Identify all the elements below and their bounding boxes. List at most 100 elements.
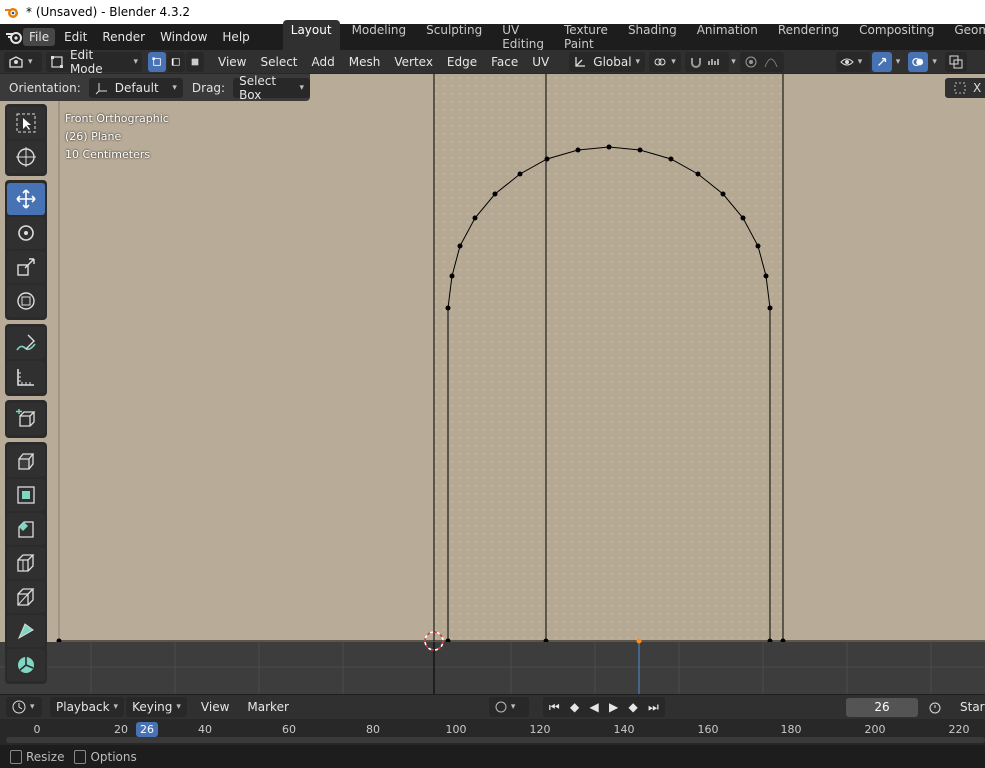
spin-tool[interactable] xyxy=(7,649,45,681)
menu-add[interactable]: Add xyxy=(312,55,335,69)
jump-keyframe-forward-icon[interactable]: ◆ xyxy=(629,700,638,714)
menu-edit[interactable]: Edit xyxy=(58,28,93,46)
mode-selector[interactable]: Edit Mode ▾ xyxy=(46,48,142,76)
chevron-down-icon[interactable]: ▾ xyxy=(731,57,736,67)
extrude-tool[interactable] xyxy=(7,445,45,477)
tab-compositing[interactable]: Compositing xyxy=(851,20,942,54)
proportional-editing-group[interactable] xyxy=(739,51,784,72)
inset-tool[interactable] xyxy=(7,479,45,511)
menu-face[interactable]: Face xyxy=(491,55,518,69)
status-options: Options xyxy=(74,749,137,764)
play-icon[interactable]: ▶ xyxy=(609,700,618,714)
playback-dropdown[interactable]: Playback ▾ xyxy=(50,697,125,717)
visibility-dropdown[interactable]: ▾ xyxy=(835,51,870,72)
jump-keyframe-back-icon[interactable]: ◆ xyxy=(570,700,579,714)
keying-dropdown[interactable]: Keying ▾ xyxy=(126,697,187,717)
chevron-down-icon[interactable]: ▾ xyxy=(932,57,937,67)
menu-edge[interactable]: Edge xyxy=(447,55,477,69)
jump-start-icon[interactable]: ⏮ xyxy=(549,700,560,715)
current-frame-field[interactable]: 26 xyxy=(846,698,918,717)
toolbar-group-select xyxy=(5,104,47,176)
editor-type-button[interactable]: ▾ xyxy=(4,51,42,72)
timeline-menu-marker[interactable]: Marker xyxy=(247,700,288,714)
timeline-editor-type[interactable]: ▾ xyxy=(6,697,42,717)
blender-app-icon xyxy=(5,8,18,18)
blender-logo-icon[interactable] xyxy=(5,30,23,44)
top-menubar: File Edit Render Window Help Layout Mode… xyxy=(0,20,985,54)
toolbar-group-annotate xyxy=(5,324,47,396)
tick-label: 20 xyxy=(114,723,128,736)
menu-render[interactable]: Render xyxy=(96,28,151,46)
global-axes-icon xyxy=(575,56,586,67)
tab-animation[interactable]: Animation xyxy=(689,20,766,54)
playhead-frame-indicator[interactable]: 26 xyxy=(136,722,158,737)
start-frame-label[interactable]: Start xyxy=(960,700,985,714)
vertex-select-icon[interactable] xyxy=(148,51,166,72)
drag-dropdown[interactable]: Select Box ▾ xyxy=(233,74,310,102)
chevron-down-icon[interactable]: ▾ xyxy=(896,57,901,67)
tab-sculpting[interactable]: Sculpting xyxy=(418,20,490,54)
add-cube-icon xyxy=(16,409,36,427)
tab-uv-editing[interactable]: UV Editing xyxy=(494,20,552,54)
chevron-down-icon: ▾ xyxy=(510,702,516,712)
chevron-down-icon: ▾ xyxy=(299,82,304,93)
tick-label: 40 xyxy=(198,723,212,736)
xray-toggle[interactable] xyxy=(944,51,967,72)
tab-shading[interactable]: Shading xyxy=(620,20,685,54)
edge-select-icon[interactable] xyxy=(167,51,185,72)
timeline-scrollbar[interactable] xyxy=(6,737,985,743)
play-reverse-icon[interactable]: ◀ xyxy=(590,700,599,714)
orientation-label: Global xyxy=(593,54,632,69)
tab-geometry-nodes[interactable]: Geometr xyxy=(946,20,985,54)
drag-value: Select Box xyxy=(239,73,277,102)
menu-window[interactable]: Window xyxy=(154,28,213,46)
orientation-dropdown[interactable]: Default ▾ xyxy=(88,77,183,98)
jump-end-icon[interactable]: ⏭ xyxy=(648,700,659,715)
menu-uv[interactable]: UV xyxy=(532,55,549,69)
move-tool[interactable] xyxy=(7,183,45,215)
tab-modeling[interactable]: Modeling xyxy=(344,20,415,54)
stopwatch-icon[interactable] xyxy=(928,700,942,714)
knife-tool[interactable] xyxy=(7,581,45,613)
annotate-tool[interactable] xyxy=(7,327,45,359)
sidebar-toggle-icon[interactable] xyxy=(953,81,967,95)
menu-view[interactable]: View xyxy=(218,55,246,69)
transform-tool[interactable] xyxy=(7,285,45,317)
tab-rendering[interactable]: Rendering xyxy=(770,20,847,54)
transform-orientation-dropdown[interactable]: Global ▾ xyxy=(569,51,646,72)
tab-texture-paint[interactable]: Texture Paint xyxy=(556,20,616,54)
rotate-tool[interactable] xyxy=(7,217,45,249)
menu-file[interactable]: File xyxy=(23,28,56,46)
orientation-value: Default xyxy=(114,80,159,95)
cursor-tool[interactable] xyxy=(7,141,45,173)
add-cube-tool[interactable] xyxy=(7,403,45,435)
status-resize: Resize xyxy=(10,749,64,764)
menu-select[interactable]: Select xyxy=(260,55,297,69)
3d-viewport[interactable]: Front Orthographic (26) Plane 10 Centime… xyxy=(0,74,985,694)
toolbar-group-add xyxy=(5,400,47,438)
snapping-group[interactable] xyxy=(685,51,730,72)
select-box-tool[interactable] xyxy=(7,107,45,139)
gizmo-icon xyxy=(877,57,886,66)
loop-cut-tool[interactable] xyxy=(7,547,45,579)
menu-vertex[interactable]: Vertex xyxy=(394,55,433,69)
timeline-menu-view[interactable]: View xyxy=(201,700,229,714)
menu-mesh[interactable]: Mesh xyxy=(349,55,381,69)
measure-tool[interactable] xyxy=(7,361,45,393)
plane-face-texture xyxy=(434,74,783,641)
face-select-icon[interactable] xyxy=(186,51,204,72)
bevel-tool[interactable] xyxy=(7,513,45,545)
timeline-ruler[interactable]: 0 20 40 60 80 100 120 140 160 180 200 22… xyxy=(0,719,985,745)
grid-scale-text: 10 Centimeters xyxy=(65,148,151,161)
viewport-canvas[interactable] xyxy=(0,74,985,694)
overlays-toggle[interactable] xyxy=(908,51,929,72)
orientation-label: Orientation: xyxy=(9,80,81,95)
poly-build-tool[interactable] xyxy=(7,615,45,647)
tab-layout[interactable]: Layout xyxy=(282,20,340,54)
pivot-point-dropdown[interactable]: ▾ xyxy=(649,51,682,72)
auto-keying-toggle[interactable]: ▾ xyxy=(488,697,529,717)
gizmo-toggle[interactable] xyxy=(871,51,892,72)
scale-tool[interactable] xyxy=(7,251,45,283)
menu-help[interactable]: Help xyxy=(216,28,255,46)
close-icon[interactable]: X xyxy=(973,81,981,95)
